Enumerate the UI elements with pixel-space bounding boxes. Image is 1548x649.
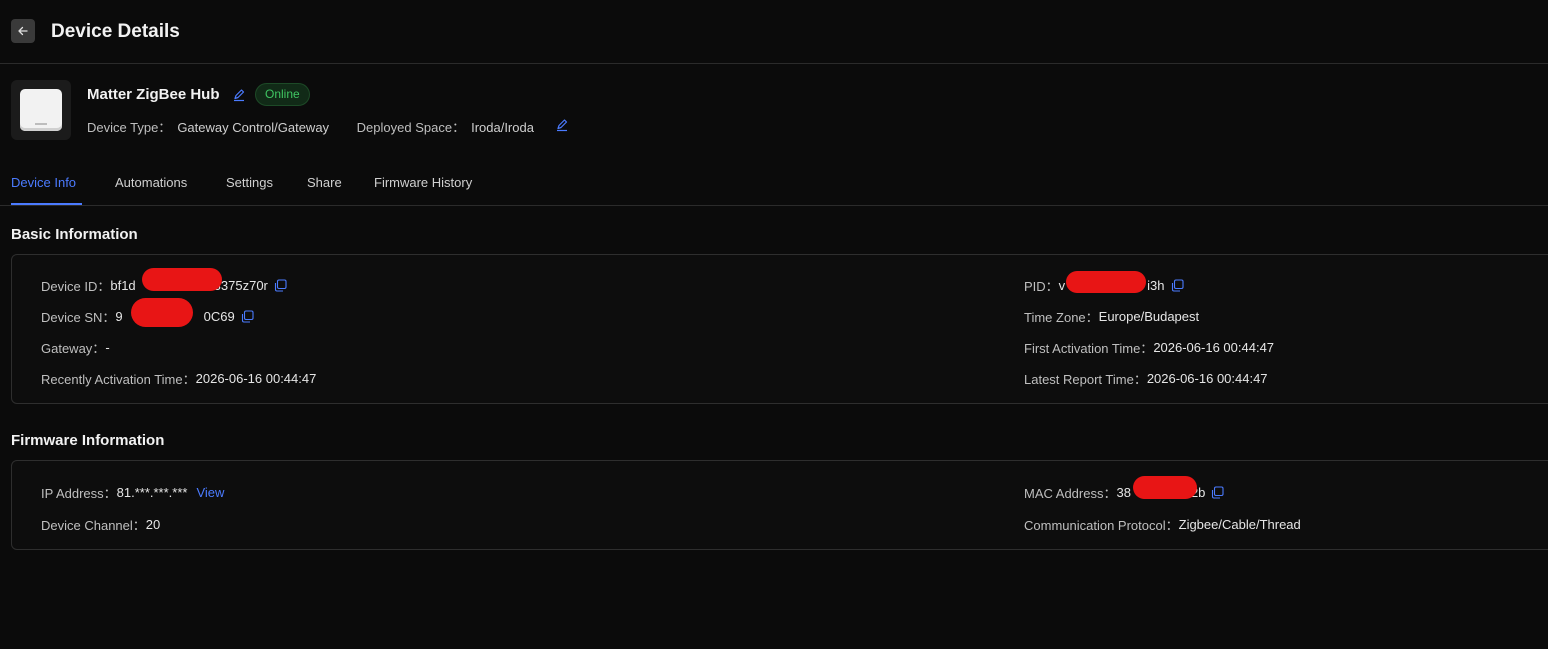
protocol-label: Communication Protocol： (1024, 518, 1179, 533)
status-badge: Online (255, 83, 310, 106)
device-sn-suffix: 0C69 (203, 309, 235, 324)
first-activation-value: 2026-06-16 00:44:47 (1153, 340, 1275, 355)
redaction-mark (1133, 476, 1197, 499)
copy-device-sn-icon[interactable] (241, 310, 254, 323)
tab-settings[interactable]: Settings (226, 175, 273, 190)
tab-automations[interactable]: Automations (115, 175, 187, 190)
gateway-value: - (105, 340, 110, 355)
first-activation-field: First Activation Time： 2026-06-16 00:44:… (1024, 338, 1274, 357)
device-image (11, 80, 71, 140)
redaction-mark (131, 298, 193, 327)
device-id-prefix: bf1d (110, 278, 136, 293)
device-sn-label: Device SN： (41, 310, 116, 325)
device-type-value: Gateway Control/Gateway (177, 120, 330, 135)
edit-space-icon[interactable] (555, 118, 569, 132)
tab-device-info[interactable]: Device Info (11, 175, 76, 190)
redaction-mark (142, 268, 222, 291)
pid-prefix: v (1058, 278, 1066, 293)
timezone-label: Time Zone： (1024, 310, 1099, 325)
redaction-mark (1066, 271, 1146, 293)
latest-report-label: Latest Report Time： (1024, 372, 1147, 387)
pid-suffix: i3h (1147, 278, 1165, 293)
device-id-label: Device ID： (41, 279, 111, 294)
firmware-info-card: IP Address： 81.***.***.*** View Device C… (11, 460, 1548, 550)
device-details-page: Device Details Matter ZigBee Hub Online … (0, 0, 1548, 649)
firmware-info-title: Firmware Information (11, 432, 165, 449)
tab-bar: Device Info Automations Settings Share F… (0, 163, 1548, 206)
device-channel-value: 20 (145, 517, 161, 532)
copy-device-id-icon[interactable] (274, 279, 287, 292)
basic-info-card: Device ID： bf1d 3375z70r Device SN： 9 0C… (11, 254, 1548, 404)
recent-activation-label: Recently Activation Time： (41, 372, 196, 387)
ip-address-field: IP Address： 81.***.***.*** View (41, 483, 224, 502)
device-channel-label: Device Channel： (41, 518, 146, 533)
recent-activation-field: Recently Activation Time： 2026-06-16 00:… (41, 369, 316, 388)
device-meta-row: Device Type： Gateway Control/Gateway Depl… (87, 117, 534, 136)
mac-address-label: MAC Address： (1024, 486, 1117, 501)
pid-label: PID： (1024, 279, 1059, 294)
device-type-label: Device Type： (87, 120, 172, 135)
device-channel-field: Device Channel： 20 (41, 515, 160, 534)
copy-mac-icon[interactable] (1211, 486, 1224, 499)
latest-report-value: 2026-06-16 00:44:47 (1146, 371, 1268, 386)
deployed-space-value: Iroda/Iroda (471, 120, 534, 135)
device-name: Matter ZigBee Hub (87, 86, 220, 103)
arrow-left-icon (18, 26, 28, 36)
deployed-space-label: Deployed Space： (356, 120, 466, 135)
back-button[interactable] (11, 19, 35, 43)
recent-activation-value: 2026-06-16 00:44:47 (195, 371, 317, 386)
latest-report-field: Latest Report Time： 2026-06-16 00:44:47 (1024, 369, 1268, 388)
tab-share[interactable]: Share (307, 175, 342, 190)
device-sn-prefix: 9 (115, 309, 123, 324)
active-tab-indicator (11, 203, 82, 205)
tab-firmware-history[interactable]: Firmware History (374, 175, 472, 190)
hub-device-icon (20, 89, 62, 131)
protocol-field: Communication Protocol： Zigbee/Cable/Thr… (1024, 515, 1301, 534)
mac-address-prefix: 38 (1116, 485, 1131, 500)
page-title: Device Details (51, 21, 180, 42)
first-activation-label: First Activation Time： (1024, 341, 1154, 356)
timezone-field: Time Zone： Europe/Budapest (1024, 307, 1199, 326)
edit-name-icon[interactable] (232, 88, 246, 102)
ip-address-value: 81.***.***.*** (116, 485, 188, 500)
view-ip-link[interactable]: View (196, 485, 224, 500)
page-header: Device Details (0, 0, 1548, 64)
basic-info-title: Basic Information (11, 226, 138, 243)
protocol-value: Zigbee/Cable/Thread (1178, 517, 1301, 532)
ip-address-label: IP Address： (41, 486, 117, 501)
gateway-field: Gateway： - (41, 338, 110, 357)
timezone-value: Europe/Budapest (1098, 309, 1200, 324)
copy-pid-icon[interactable] (1171, 279, 1184, 292)
gateway-label: Gateway： (41, 341, 106, 356)
